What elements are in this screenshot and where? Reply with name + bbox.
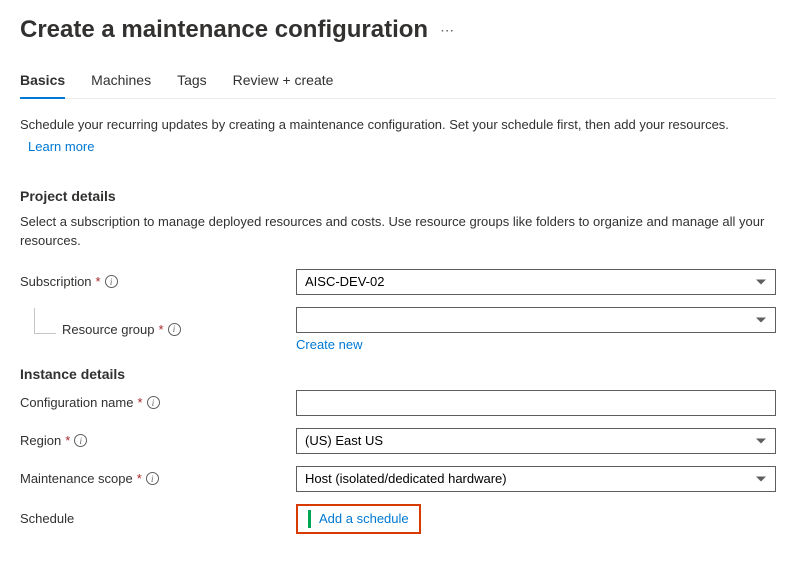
required-indicator: * — [137, 395, 142, 410]
add-schedule-highlight: Add a schedule — [296, 504, 421, 534]
required-indicator: * — [65, 433, 70, 448]
required-indicator: * — [96, 274, 101, 289]
project-details-heading: Project details — [20, 188, 776, 204]
config-name-label: Configuration name * i — [20, 395, 296, 410]
instance-details-heading: Instance details — [20, 366, 776, 382]
tab-tags[interactable]: Tags — [177, 72, 207, 98]
config-name-input[interactable] — [296, 390, 776, 416]
resource-group-select[interactable] — [296, 307, 776, 333]
create-new-link[interactable]: Create new — [296, 337, 362, 352]
info-icon[interactable]: i — [105, 275, 118, 288]
info-icon[interactable]: i — [146, 472, 159, 485]
tab-basics[interactable]: Basics — [20, 72, 65, 98]
region-label: Region * i — [20, 433, 296, 448]
tab-machines[interactable]: Machines — [91, 72, 151, 98]
indent-connector-icon — [34, 308, 56, 334]
learn-more-link[interactable]: Learn more — [28, 139, 94, 154]
project-details-desc: Select a subscription to manage deployed… — [20, 212, 776, 251]
info-icon[interactable]: i — [74, 434, 87, 447]
subscription-label: Subscription * i — [20, 274, 296, 289]
required-indicator: * — [159, 322, 164, 337]
info-icon[interactable]: i — [168, 323, 181, 336]
scope-select[interactable] — [296, 466, 776, 492]
schedule-label: Schedule — [20, 511, 296, 526]
region-select[interactable] — [296, 428, 776, 454]
more-options-icon[interactable]: ⋯ — [440, 22, 455, 39]
intro-text: Schedule your recurring updates by creat… — [20, 115, 776, 135]
tab-review-create[interactable]: Review + create — [233, 72, 334, 98]
required-indicator: * — [137, 471, 142, 486]
info-icon[interactable]: i — [147, 396, 160, 409]
accent-bar-icon — [308, 510, 311, 528]
page-title: Create a maintenance configuration — [20, 16, 428, 44]
tabs-container: Basics Machines Tags Review + create — [20, 72, 776, 99]
subscription-select[interactable] — [296, 269, 776, 295]
add-schedule-link[interactable]: Add a schedule — [319, 511, 409, 526]
resource-group-label: Resource group * i — [20, 322, 296, 337]
scope-label: Maintenance scope * i — [20, 471, 296, 486]
